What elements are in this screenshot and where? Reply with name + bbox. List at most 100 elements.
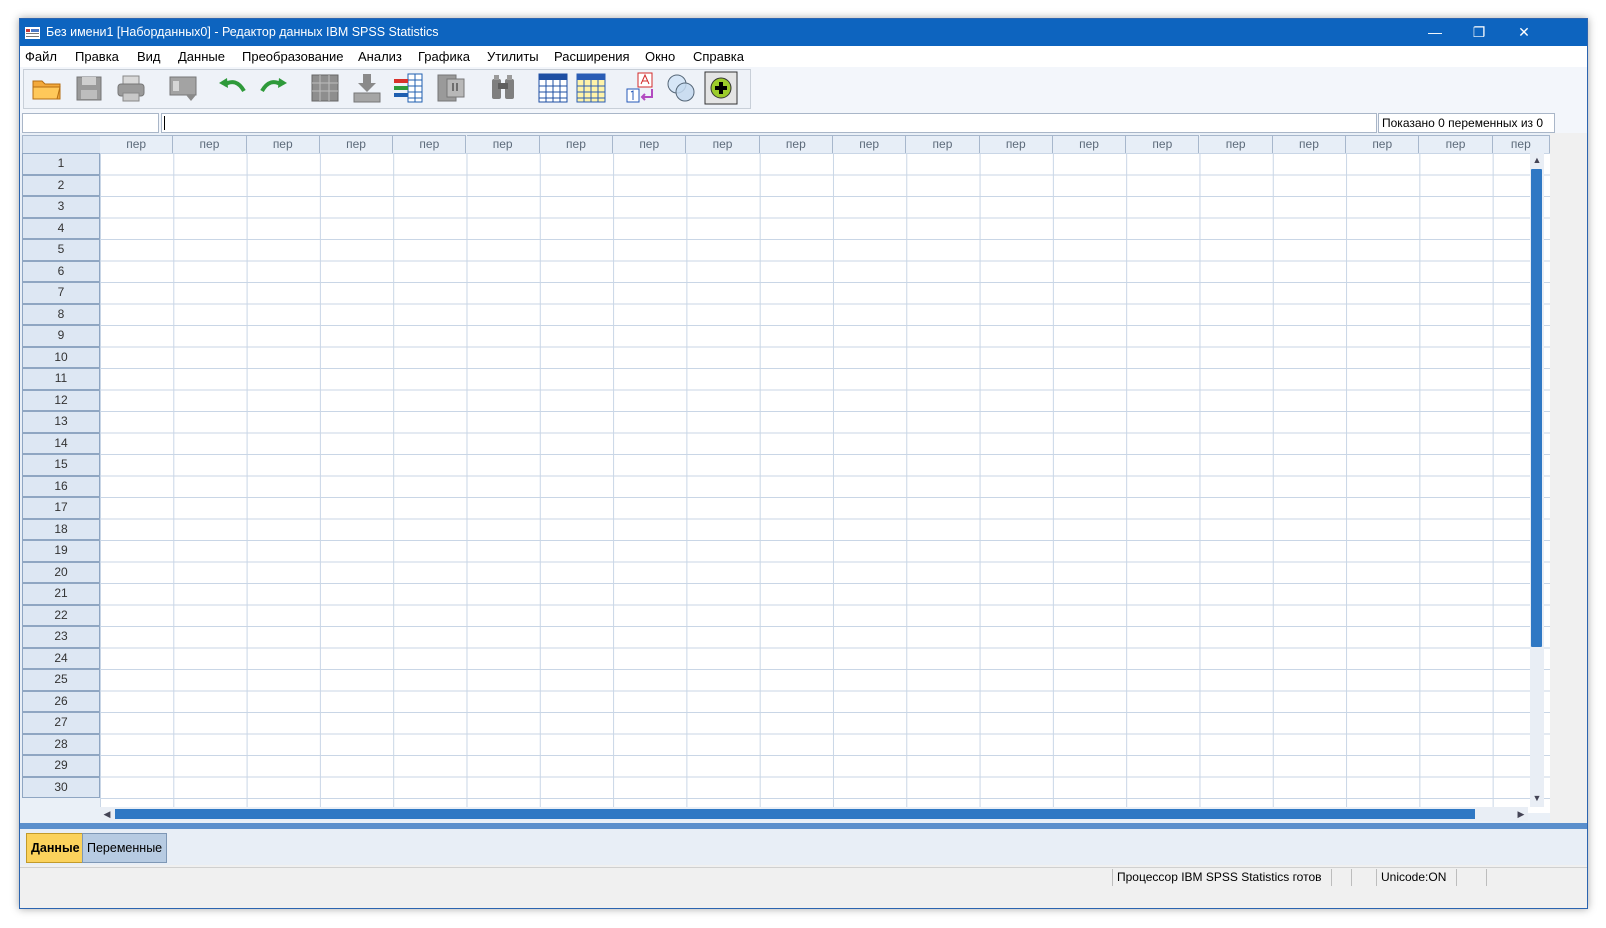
row-header[interactable]: 18 — [22, 518, 100, 540]
row-header[interactable]: 7 — [22, 282, 100, 304]
spelling-icon[interactable] — [704, 71, 738, 105]
row-header[interactable]: 28 — [22, 733, 100, 755]
row-header[interactable]: 9 — [22, 325, 100, 347]
column-header[interactable]: пер — [1346, 135, 1420, 154]
row-header[interactable]: 15 — [22, 454, 100, 476]
column-header[interactable]: пер — [759, 135, 833, 154]
title-bar[interactable]: Без имени1 [Наборданных0] - Редактор дан… — [20, 19, 1587, 46]
column-header[interactable]: пер — [1126, 135, 1200, 154]
column-header[interactable]: пер — [833, 135, 907, 154]
row-header[interactable]: 6 — [22, 260, 100, 282]
column-header[interactable]: пер — [1199, 135, 1273, 154]
row-header[interactable]: 4 — [22, 217, 100, 239]
column-header[interactable]: пер — [1419, 135, 1493, 154]
value-labels-icon[interactable] — [624, 71, 658, 105]
row-header[interactable]: 22 — [22, 604, 100, 626]
column-header[interactable]: пер — [539, 135, 614, 154]
find-icon[interactable] — [486, 71, 520, 105]
row-header[interactable]: 16 — [22, 475, 100, 497]
scroll-up-arrow-icon[interactable]: ▲ — [1530, 153, 1544, 167]
unicode-status: Unicode:ON — [1376, 869, 1455, 886]
undo-icon[interactable] — [216, 71, 250, 105]
column-header[interactable]: пер — [1052, 135, 1127, 154]
tab-variable-view[interactable]: Переменные — [82, 833, 168, 863]
split-file-icon[interactable] — [434, 71, 468, 105]
row-header[interactable]: 26 — [22, 690, 100, 712]
row-header[interactable]: 17 — [22, 497, 100, 519]
go-to-case-icon[interactable] — [308, 71, 342, 105]
row-header[interactable]: 23 — [22, 626, 100, 648]
row-header[interactable]: 24 — [22, 647, 100, 669]
scroll-right-arrow-icon[interactable]: ▶ — [1514, 807, 1528, 821]
row-header[interactable]: 12 — [22, 389, 100, 411]
row-header[interactable]: 19 — [22, 540, 100, 562]
menu-extensions[interactable]: Расширения — [554, 49, 630, 64]
column-header[interactable]: пер — [466, 135, 540, 154]
row-header[interactable]: 2 — [22, 174, 100, 196]
horizontal-scrollbar[interactable]: ◀ ▶ — [100, 807, 1528, 821]
menu-utilities[interactable]: Утилиты — [487, 49, 539, 64]
row-header[interactable]: 29 — [22, 755, 100, 777]
open-folder-icon[interactable] — [30, 71, 64, 105]
column-header[interactable]: пер — [979, 135, 1053, 154]
scroll-down-arrow-icon[interactable]: ▼ — [1530, 791, 1544, 805]
menu-graphs[interactable]: Графика — [418, 49, 470, 64]
cell-value-editor[interactable] — [161, 113, 1377, 133]
row-header[interactable]: 13 — [22, 411, 100, 433]
menu-window[interactable]: Окно — [645, 49, 675, 64]
column-header[interactable]: пер — [319, 135, 394, 154]
row-header[interactable]: 3 — [22, 196, 100, 218]
row-header[interactable]: 1 — [22, 153, 100, 175]
visible-variables-count: Показано 0 переменных из 0 — [1378, 113, 1555, 133]
column-header[interactable]: пер — [613, 135, 687, 154]
row-header[interactable]: 5 — [22, 239, 100, 261]
row-header[interactable]: 27 — [22, 712, 100, 734]
window-title: Без имени1 [Наборданных0] - Редактор дан… — [46, 25, 439, 39]
menu-transform[interactable]: Преобразование — [242, 49, 344, 64]
variable-view-icon[interactable] — [574, 71, 608, 105]
insert-case-icon[interactable] — [350, 71, 384, 105]
scroll-left-arrow-icon[interactable]: ◀ — [100, 807, 114, 821]
menu-data[interactable]: Данные — [178, 49, 225, 64]
use-variable-sets-icon[interactable] — [664, 71, 698, 105]
vertical-scrollbar[interactable]: ▲ ▼ — [1530, 153, 1544, 807]
menu-file[interactable]: Файл — [25, 49, 57, 64]
menu-view[interactable]: Вид — [137, 49, 161, 64]
row-header[interactable]: 21 — [22, 583, 100, 605]
row-header[interactable]: 14 — [22, 432, 100, 454]
redo-icon[interactable] — [256, 71, 290, 105]
data-view-icon[interactable] — [536, 71, 570, 105]
column-header[interactable]: пер — [1492, 135, 1550, 154]
column-header[interactable]: пер — [1272, 135, 1347, 154]
close-button[interactable]: ✕ — [1501, 19, 1547, 46]
row-header[interactable]: 10 — [22, 346, 100, 368]
cell-reference-field[interactable] — [22, 113, 159, 133]
column-header[interactable]: пер — [100, 135, 174, 154]
restore-button[interactable]: ❐ — [1456, 19, 1502, 46]
horizontal-scroll-thumb[interactable] — [115, 809, 1475, 819]
insert-variable-icon[interactable] — [392, 71, 426, 105]
row-header[interactable]: 8 — [22, 303, 100, 325]
column-header[interactable]: пер — [686, 135, 760, 154]
dialog-recall-icon[interactable] — [166, 71, 200, 105]
grid-corner[interactable] — [22, 135, 101, 154]
row-header[interactable]: 11 — [22, 368, 100, 390]
vertical-scroll-thumb[interactable] — [1531, 169, 1542, 647]
view-tabs: Данные Переменные — [20, 829, 1587, 865]
column-header[interactable]: пер — [906, 135, 980, 154]
row-header[interactable]: 25 — [22, 669, 100, 691]
menu-analyze[interactable]: Анализ — [358, 49, 402, 64]
data-cells[interactable] — [100, 153, 1550, 813]
column-header[interactable]: пер — [173, 135, 247, 154]
column-header[interactable]: пер — [393, 135, 467, 154]
row-header[interactable]: 30 — [22, 776, 100, 798]
save-icon[interactable] — [72, 71, 106, 105]
menu-help[interactable]: Справка — [693, 49, 744, 64]
column-header[interactable]: пер — [246, 135, 320, 154]
menu-bar: Файл Правка Вид Данные Преобразование Ан… — [20, 46, 1587, 68]
minimize-button[interactable]: — — [1412, 19, 1458, 46]
menu-edit[interactable]: Правка — [75, 49, 119, 64]
row-header[interactable]: 20 — [22, 561, 100, 583]
print-icon[interactable] — [114, 71, 148, 105]
tab-data-view[interactable]: Данные — [26, 833, 85, 863]
